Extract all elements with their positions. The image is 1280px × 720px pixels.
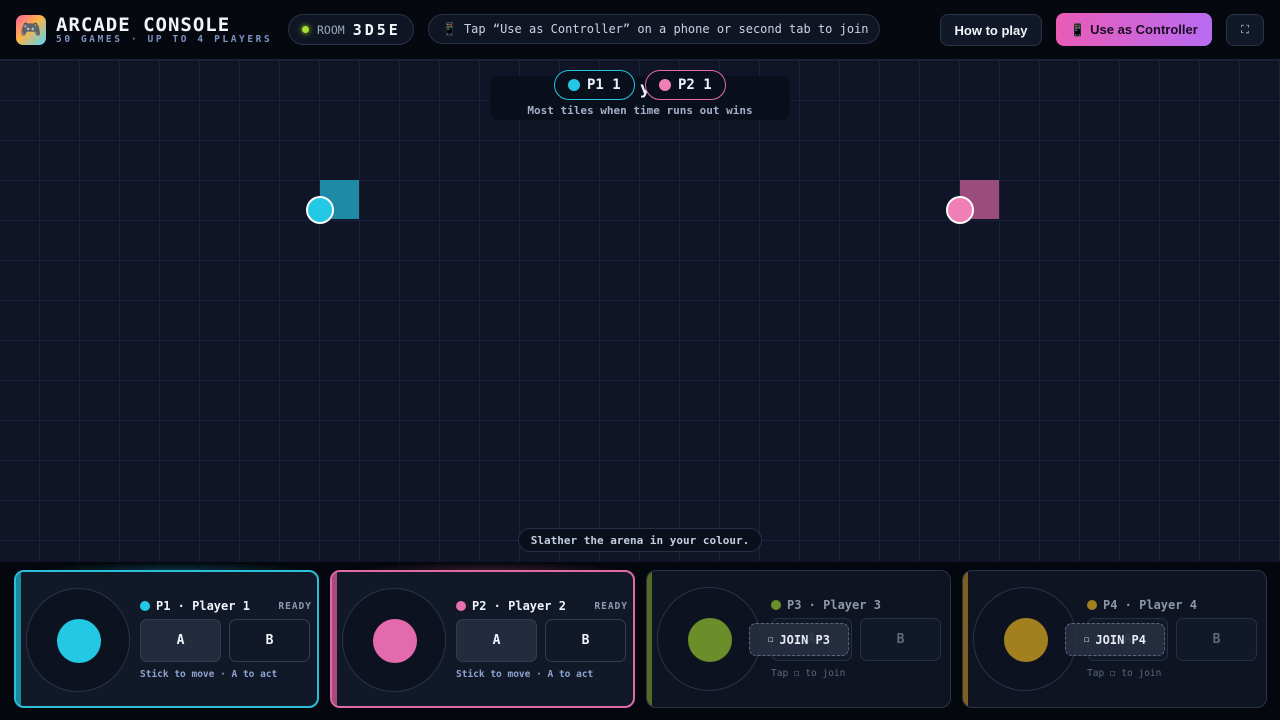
- joystick[interactable]: [342, 588, 446, 692]
- square-icon: ◻: [768, 634, 774, 645]
- controller-help: Tap ◻ to join: [1087, 668, 1162, 679]
- controller-p3: P3 · Player 3 A B Tap ◻ to join ◻ JOIN P…: [646, 570, 951, 708]
- player-name: P4 · Player 4: [1103, 598, 1197, 612]
- game-tagline: Slather the arena in your colour.: [518, 528, 762, 552]
- app-subtitle: 50 GAMES · UP TO 4 PLAYERS: [56, 34, 273, 45]
- controller-help: Stick to move · A to act: [456, 669, 594, 680]
- b-button: B: [860, 618, 941, 661]
- player-avatar-p1: [306, 196, 334, 224]
- app-title: ARCADE CONSOLE: [56, 14, 231, 36]
- controller-help: Tap ◻ to join: [771, 668, 846, 679]
- player-name: P3 · Player 3: [787, 598, 881, 612]
- joystick-knob: [1004, 618, 1048, 662]
- player-color-dot: [1087, 600, 1097, 610]
- fullscreen-icon: ⛶: [1241, 23, 1249, 36]
- joystick[interactable]: [26, 588, 130, 692]
- score-badge-p2: P2 1: [645, 70, 726, 100]
- ready-status: READY: [594, 600, 628, 612]
- room-label: ROOM: [317, 22, 345, 37]
- top-bar: 🎮 ARCADE CONSOLE 50 GAMES · UP TO 4 PLAY…: [0, 0, 1280, 60]
- a-button[interactable]: A: [456, 619, 537, 662]
- a-button[interactable]: A: [140, 619, 221, 662]
- game-title-box: P y! Most tiles when time runs out wins: [490, 76, 790, 120]
- fullscreen-button[interactable]: ⛶: [1226, 14, 1264, 46]
- use-as-controller-label: Use as Controller: [1090, 22, 1198, 37]
- square-icon: ◻: [1084, 634, 1090, 645]
- joystick: [973, 587, 1077, 691]
- player-name: P1 · Player 1: [156, 599, 250, 613]
- phone-icon: 📱: [442, 22, 457, 36]
- room-code: 3D5E: [352, 20, 401, 39]
- joystick-knob[interactable]: [57, 619, 101, 663]
- player-color-dot: [771, 600, 781, 610]
- b-button: B: [1176, 618, 1257, 661]
- b-button[interactable]: B: [229, 619, 310, 662]
- join-p4-button[interactable]: ◻ JOIN P4: [1065, 623, 1165, 656]
- player-color-dot: [568, 79, 580, 91]
- player-avatar-p2: [946, 196, 974, 224]
- score-label: P2 1: [678, 77, 712, 93]
- game-title: P y!: [619, 79, 661, 99]
- join-p3-button[interactable]: ◻ JOIN P3: [749, 623, 849, 656]
- player-color-dot: [659, 79, 671, 91]
- gamepad-icon: 🎮: [16, 15, 46, 45]
- how-to-play-button[interactable]: How to play: [940, 14, 1042, 46]
- game-objective: Most tiles when time runs out wins: [527, 104, 753, 117]
- ready-status: READY: [278, 600, 312, 612]
- score-label: P1 1: [587, 77, 621, 93]
- join-label: JOIN P3: [779, 632, 830, 647]
- joystick: [657, 587, 761, 691]
- player-color-dot: [456, 601, 466, 611]
- join-hint: 📱 Tap “Use as Controller” on a phone or …: [428, 14, 880, 44]
- controller-p4: P4 · Player 4 A B Tap ◻ to join ◻ JOIN P…: [962, 570, 1267, 708]
- joystick-knob[interactable]: [373, 619, 417, 663]
- controller-p2: P2 · Player 2 READY A B Stick to move · …: [330, 570, 635, 708]
- game-arena: P y! Most tiles when time runs out wins …: [0, 60, 1280, 562]
- player-color-dot: [140, 601, 150, 611]
- phone-icon: 📱: [1070, 22, 1086, 37]
- join-label: JOIN P4: [1095, 632, 1146, 647]
- room-status-dot: [302, 26, 309, 33]
- controller-p1: P1 · Player 1 READY A B Stick to move · …: [14, 570, 319, 708]
- use-as-controller-button[interactable]: 📱 Use as Controller: [1056, 13, 1212, 46]
- controller-tray: P1 · Player 1 READY A B Stick to move · …: [0, 562, 1280, 720]
- score-badge-p1: P1 1: [554, 70, 635, 100]
- joystick-knob: [688, 618, 732, 662]
- player-name: P2 · Player 2: [472, 599, 566, 613]
- b-button[interactable]: B: [545, 619, 626, 662]
- controller-help: Stick to move · A to act: [140, 669, 278, 680]
- join-hint-text: Tap “Use as Controller” on a phone or se…: [463, 22, 869, 36]
- room-indicator: ROOM 3D5E: [288, 14, 414, 45]
